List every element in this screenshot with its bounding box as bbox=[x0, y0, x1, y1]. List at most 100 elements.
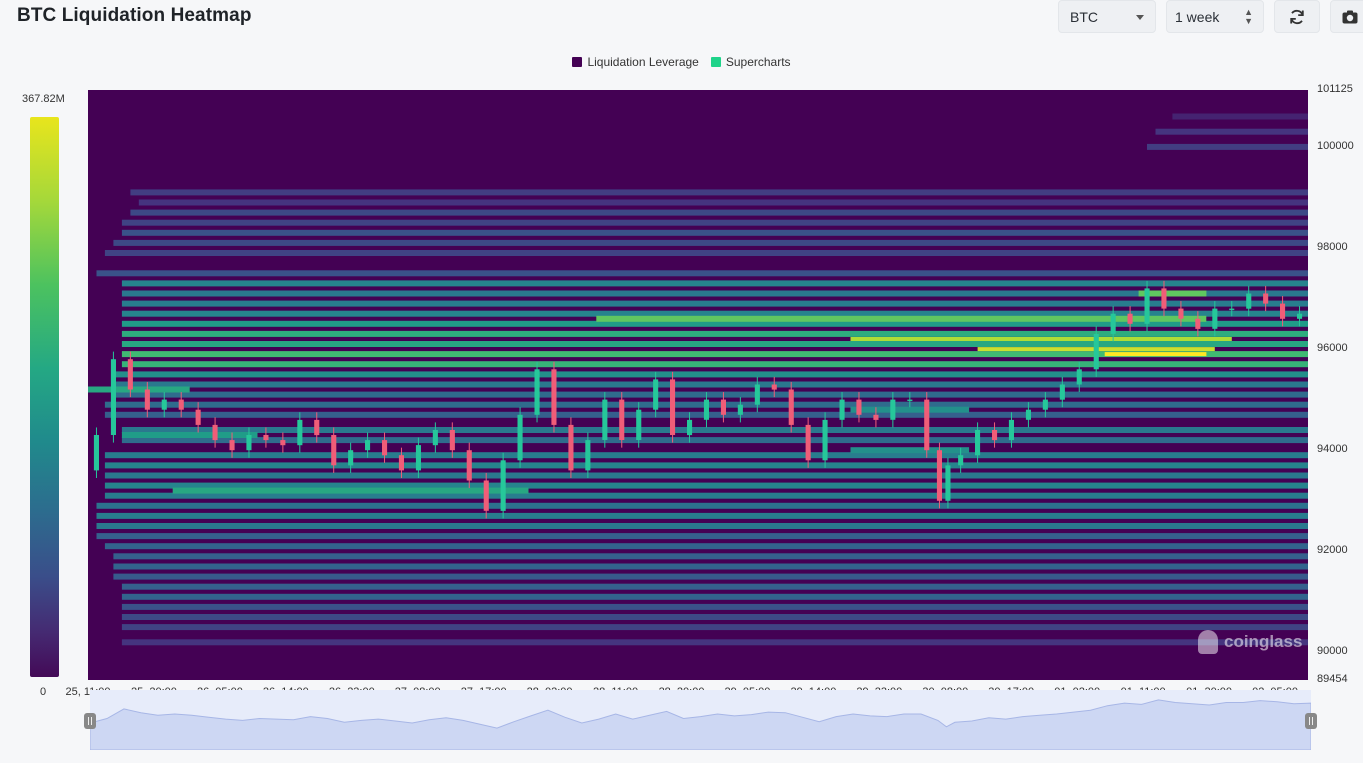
liquidation-band bbox=[104, 543, 1308, 550]
candle[interactable] bbox=[737, 404, 743, 415]
candle[interactable] bbox=[771, 384, 777, 390]
candle[interactable] bbox=[788, 389, 794, 425]
candle[interactable] bbox=[754, 384, 760, 405]
candle[interactable] bbox=[1076, 369, 1082, 385]
watermark-text: coinglass bbox=[1224, 632, 1303, 651]
liquidation-band bbox=[113, 553, 1308, 560]
candle[interactable] bbox=[1280, 303, 1286, 319]
candle[interactable] bbox=[1025, 409, 1031, 420]
candle[interactable] bbox=[1246, 293, 1252, 309]
candle[interactable] bbox=[1042, 399, 1048, 410]
candle[interactable] bbox=[398, 455, 404, 471]
liquidation-band bbox=[104, 462, 1308, 469]
candle[interactable] bbox=[331, 435, 337, 466]
candle[interactable] bbox=[534, 369, 540, 415]
candle[interactable] bbox=[1008, 419, 1014, 441]
candle[interactable] bbox=[110, 359, 116, 435]
candle[interactable] bbox=[1127, 313, 1133, 324]
candle[interactable] bbox=[246, 435, 252, 451]
candle[interactable] bbox=[958, 455, 964, 466]
heatmap-plot[interactable] bbox=[88, 90, 1308, 680]
candle[interactable] bbox=[144, 389, 150, 410]
candle[interactable] bbox=[314, 419, 320, 436]
candle[interactable] bbox=[280, 440, 286, 446]
navigator-sparkline bbox=[89, 699, 1312, 751]
candle[interactable] bbox=[263, 435, 269, 441]
candle[interactable] bbox=[975, 430, 981, 456]
candle[interactable] bbox=[653, 379, 659, 410]
liquidation-band bbox=[104, 452, 1308, 459]
navigator-left-handle[interactable] bbox=[84, 713, 96, 729]
candle[interactable] bbox=[945, 465, 951, 501]
candle[interactable] bbox=[822, 419, 828, 461]
candle[interactable] bbox=[720, 399, 726, 415]
candle[interactable] bbox=[178, 399, 184, 410]
candle[interactable] bbox=[585, 440, 591, 471]
page-title: BTC Liquidation Heatmap bbox=[17, 5, 252, 26]
candle[interactable] bbox=[415, 445, 421, 471]
candle[interactable] bbox=[687, 419, 693, 436]
candle[interactable] bbox=[703, 399, 709, 420]
candle[interactable] bbox=[873, 414, 879, 420]
candle[interactable] bbox=[382, 440, 388, 456]
liquidation-band bbox=[96, 523, 1308, 529]
candle[interactable] bbox=[619, 399, 625, 440]
candle[interactable] bbox=[297, 419, 303, 446]
period-stepper[interactable]: 1 week ▲ ▼ bbox=[1166, 0, 1264, 33]
candle[interactable] bbox=[602, 399, 608, 440]
candle[interactable] bbox=[805, 424, 811, 461]
candle[interactable] bbox=[992, 430, 998, 441]
candle[interactable] bbox=[1263, 293, 1269, 304]
candle[interactable] bbox=[1195, 318, 1201, 329]
legend-item-liquidation-leverage[interactable]: Liquidation Leverage bbox=[572, 55, 699, 69]
candle[interactable] bbox=[1144, 288, 1150, 324]
liquidation-band bbox=[121, 330, 1308, 337]
candle[interactable] bbox=[1110, 313, 1116, 334]
candle[interactable] bbox=[1229, 308, 1235, 311]
liquidation-band bbox=[113, 573, 1308, 580]
candle[interactable] bbox=[568, 424, 574, 471]
symbol-select[interactable]: BTC bbox=[1058, 0, 1156, 33]
candle[interactable] bbox=[907, 399, 913, 402]
candle[interactable] bbox=[1297, 313, 1303, 319]
y-tick-label: 101125 bbox=[1317, 83, 1353, 95]
candle[interactable] bbox=[670, 379, 676, 435]
candle[interactable] bbox=[466, 450, 472, 481]
watermark: coinglass bbox=[1198, 630, 1302, 654]
candle[interactable] bbox=[551, 369, 557, 425]
candle[interactable] bbox=[839, 399, 845, 420]
candle[interactable] bbox=[636, 409, 642, 440]
candle[interactable] bbox=[890, 399, 896, 420]
legend-item-supercharts[interactable]: Supercharts bbox=[710, 55, 791, 69]
navigator-right-handle[interactable] bbox=[1305, 713, 1317, 729]
candle[interactable] bbox=[483, 480, 489, 511]
candle[interactable] bbox=[365, 440, 371, 451]
candle[interactable] bbox=[1093, 333, 1099, 370]
candle[interactable] bbox=[1212, 308, 1218, 329]
candle[interactable] bbox=[432, 430, 438, 446]
candle[interactable] bbox=[517, 414, 523, 461]
candle[interactable] bbox=[161, 399, 167, 410]
liquidation-band bbox=[96, 533, 1308, 540]
candle[interactable] bbox=[93, 435, 99, 471]
candle[interactable] bbox=[1059, 384, 1065, 400]
liquidation-band bbox=[113, 381, 1308, 388]
candle[interactable] bbox=[1161, 288, 1167, 309]
candle[interactable] bbox=[500, 460, 506, 511]
range-navigator[interactable] bbox=[89, 690, 1312, 751]
candle[interactable] bbox=[212, 424, 218, 441]
screenshot-button[interactable] bbox=[1330, 0, 1363, 33]
candle[interactable] bbox=[195, 409, 201, 425]
candle[interactable] bbox=[348, 450, 354, 466]
liquidation-band bbox=[121, 593, 1308, 600]
candle[interactable] bbox=[449, 430, 455, 451]
candle[interactable] bbox=[936, 450, 942, 501]
candle[interactable] bbox=[856, 399, 862, 415]
candle[interactable] bbox=[1178, 308, 1184, 319]
candle[interactable] bbox=[127, 359, 133, 390]
candle[interactable] bbox=[924, 399, 930, 451]
refresh-button[interactable] bbox=[1274, 0, 1320, 33]
liquidation-band bbox=[130, 189, 1308, 196]
candle[interactable] bbox=[229, 440, 235, 451]
y-tick-label: 96000 bbox=[1317, 342, 1348, 355]
